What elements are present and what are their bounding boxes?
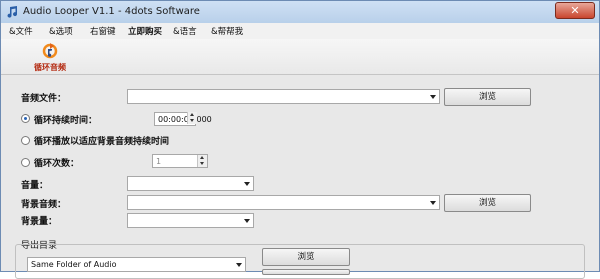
browse-audio-button[interactable]: 浏览 bbox=[444, 88, 531, 106]
loop-to-bg-label: 循环播放以适应背景音频持续时间 bbox=[34, 137, 170, 147]
bg-volume-label: 背景量： bbox=[21, 217, 58, 227]
loop-audio-button[interactable]: 循环音频 bbox=[25, 41, 75, 75]
open-output-button[interactable] bbox=[262, 269, 350, 275]
chevron-down-icon bbox=[430, 95, 436, 99]
loop-duration-label: 循环持续时间： bbox=[34, 116, 98, 126]
loop-count-input[interactable]: 1 bbox=[152, 154, 208, 168]
volume-combo[interactable] bbox=[127, 176, 254, 191]
spin-down-icon[interactable] bbox=[187, 118, 197, 124]
browse-bg-audio-button[interactable]: 浏览 bbox=[444, 194, 531, 212]
menu-file[interactable]: &文件 bbox=[9, 25, 33, 37]
menu-options[interactable]: &选项 bbox=[49, 25, 73, 37]
loop-to-bg-radio[interactable] bbox=[21, 136, 30, 145]
loop-count-radio[interactable] bbox=[21, 158, 30, 167]
loop-count-label: 循环次数： bbox=[34, 159, 80, 169]
menu-help[interactable]: &帮帮我 bbox=[211, 25, 243, 37]
loop-count-value: 1 bbox=[156, 157, 162, 166]
chevron-down-icon bbox=[236, 263, 242, 267]
chevron-down-icon bbox=[430, 201, 436, 205]
chevron-down-icon bbox=[244, 219, 250, 223]
loop-audio-label: 循环音频 bbox=[34, 63, 66, 72]
output-folder-value: Same Folder of Audio bbox=[31, 260, 117, 269]
close-button[interactable]: ✕ bbox=[555, 2, 595, 19]
title-bar: Audio Looper V1.1 - 4dots Software ✕ bbox=[1, 1, 599, 23]
window-title: Audio Looper V1.1 - 4dots Software bbox=[23, 6, 200, 17]
bg-audio-combo[interactable] bbox=[127, 195, 440, 210]
audio-file-combo[interactable] bbox=[127, 89, 440, 104]
volume-label: 音量： bbox=[21, 181, 49, 191]
main-window: Audio Looper V1.1 - 4dots Software ✕ &文件… bbox=[0, 0, 600, 279]
output-folder-combo[interactable]: Same Folder of Audio bbox=[27, 257, 246, 272]
loop-duration-spin-wrap bbox=[154, 112, 197, 126]
menu-language[interactable]: &语言 bbox=[173, 25, 197, 37]
loop-audio-icon bbox=[42, 43, 58, 59]
menu-buy-now[interactable]: 立即购买 bbox=[128, 25, 162, 37]
toolbar: 循环音频 bbox=[1, 39, 599, 75]
menu-bar: &文件 &选项 右窗键 立即购买 &语言 &帮帮我 bbox=[1, 23, 599, 39]
bg-audio-label: 背景音频： bbox=[21, 200, 67, 210]
spin-down-icon[interactable] bbox=[197, 161, 207, 167]
chevron-down-icon bbox=[244, 182, 250, 186]
menu-context[interactable]: 右窗键 bbox=[90, 25, 116, 37]
music-note-icon bbox=[7, 6, 18, 18]
bg-volume-combo[interactable] bbox=[127, 213, 254, 228]
audio-file-label: 音频文件： bbox=[21, 94, 67, 104]
browse-output-button[interactable]: 浏览 bbox=[262, 248, 350, 266]
loop-duration-radio[interactable] bbox=[21, 114, 30, 123]
